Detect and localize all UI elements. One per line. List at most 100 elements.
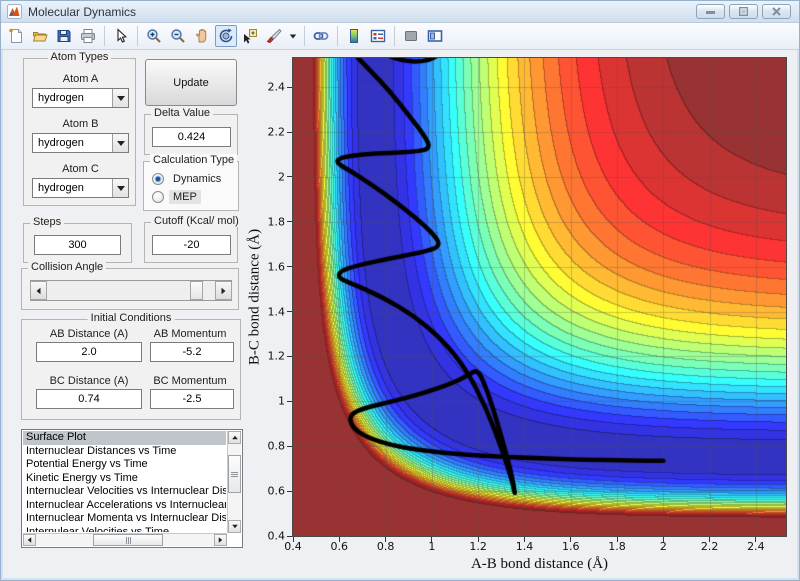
print-figure-button[interactable] — [77, 25, 99, 47]
toolbar-separator — [104, 26, 105, 46]
scroll-right-button[interactable] — [214, 534, 227, 546]
maximize-button[interactable] — [729, 4, 758, 19]
link-chain-icon — [313, 28, 329, 44]
x-tick-label: 0.8 — [377, 540, 395, 553]
vertical-scrollbar[interactable] — [227, 431, 241, 533]
pointer-arrow-icon — [113, 28, 129, 44]
combo-arrow-button[interactable] — [112, 89, 128, 107]
combo-arrow-button[interactable] — [112, 179, 128, 197]
y-axis-label: B-C bond distance (Å) — [247, 229, 264, 365]
update-button[interactable]: Update — [145, 59, 237, 106]
contour-canvas[interactable] — [293, 58, 786, 536]
rotate-3d-button[interactable] — [215, 25, 237, 47]
ic-label: BC Momentum — [144, 375, 236, 387]
y-tick-mark — [287, 356, 292, 357]
zoom-out-button[interactable] — [167, 25, 189, 47]
title-bar[interactable]: Molecular Dynamics — [1, 1, 799, 23]
list-item[interactable]: Internuclear Accelerations vs Internucle… — [23, 499, 226, 513]
slider-right-arrow[interactable] — [215, 281, 232, 300]
steps-field[interactable]: 300 — [34, 235, 121, 255]
scroll-up-button[interactable] — [228, 431, 241, 444]
show-plot-tools-dock-icon — [427, 28, 443, 44]
horizontal-scroll-thumb[interactable] — [93, 534, 163, 546]
brush-dropdown-button[interactable] — [287, 25, 299, 47]
minimize-button[interactable] — [696, 4, 725, 19]
list-item[interactable]: Internuclear Momenta vs Internuclear Dis… — [23, 512, 226, 526]
slider-left-arrow[interactable] — [30, 281, 47, 300]
combo-value: hydrogen — [38, 137, 84, 149]
data-cursor-button[interactable] — [239, 25, 261, 47]
horizontal-scrollbar[interactable] — [23, 533, 227, 546]
delta-value-field[interactable]: 0.424 — [152, 127, 231, 147]
initial-conditions-title: Initial Conditions — [88, 312, 175, 324]
ic-field-ab-momentum[interactable]: -5.2 — [150, 342, 234, 362]
radio-label: Dynamics — [169, 172, 225, 186]
atom-combo-atom-a[interactable]: hydrogen — [32, 88, 129, 108]
open-file-button[interactable] — [29, 25, 51, 47]
y-tick-label: 1 — [278, 395, 285, 408]
combo-value: hydrogen — [38, 92, 84, 104]
ic-field-bc-momentum[interactable]: -2.5 — [150, 389, 234, 409]
new-figure-button[interactable] — [5, 25, 27, 47]
insert-colorbar-button[interactable] — [343, 25, 365, 47]
y-tick-label: 0.4 — [268, 530, 286, 543]
vertical-scroll-thumb[interactable] — [228, 455, 241, 493]
link-plot-button[interactable] — [310, 25, 332, 47]
calculation-type-panel: Calculation Type DynamicsMEP — [143, 161, 239, 211]
hide-plot-tools-button[interactable] — [400, 25, 422, 47]
ic-field-ab-distance-a-[interactable]: 2.0 — [36, 342, 142, 362]
atom-types-title: Atom Types — [48, 51, 112, 63]
scroll-down-button[interactable] — [228, 520, 241, 533]
list-item[interactable]: Internuclear Distances vs Time — [23, 445, 226, 459]
save-figure-button[interactable] — [53, 25, 75, 47]
show-plot-tools-dock-button[interactable] — [424, 25, 446, 47]
dropdown-caret-icon — [290, 34, 296, 38]
collision-angle-slider[interactable] — [30, 280, 232, 301]
matlab-logo-icon — [7, 4, 22, 19]
y-tick-mark — [287, 221, 292, 222]
chevron-down-icon — [117, 141, 125, 146]
scroll-left-button[interactable] — [23, 534, 36, 546]
y-tick-label: 2.2 — [268, 126, 286, 139]
atom-combo-atom-b[interactable]: hydrogen — [32, 133, 129, 153]
y-tick-mark — [287, 491, 292, 492]
toolbar-separator — [394, 26, 395, 46]
list-item[interactable]: Kinetic Energy vs Time — [23, 472, 226, 486]
legend-icon — [370, 28, 386, 44]
combo-arrow-button[interactable] — [112, 134, 128, 152]
cutoff-panel: Cutoff (Kcal/ mol) -20 — [144, 222, 238, 263]
y-tick-mark — [287, 266, 292, 267]
y-tick-mark — [287, 536, 292, 537]
slider-thumb[interactable] — [190, 281, 203, 300]
y-tick-mark — [287, 401, 292, 402]
app-window: Molecular Dynamics — [0, 0, 800, 581]
x-axis-label: A-B bond distance (Å) — [293, 556, 786, 573]
ic-field-bc-distance-a-[interactable]: 0.74 — [36, 389, 142, 409]
minimize-icon — [706, 9, 715, 14]
radio-icon — [152, 173, 164, 185]
list-item[interactable]: Surface Plot — [23, 431, 226, 445]
radio-mep[interactable]: MEP — [152, 190, 201, 204]
list-item[interactable]: Potential Energy vs Time — [23, 458, 226, 472]
list-item[interactable]: Internuclear Velocities vs Internuclear … — [23, 485, 226, 499]
x-tick-label: 0.6 — [331, 540, 349, 553]
atom-combo-atom-c[interactable]: hydrogen — [32, 178, 129, 198]
radio-dynamics[interactable]: Dynamics — [152, 172, 225, 186]
close-button[interactable] — [762, 4, 791, 19]
brush-button[interactable] — [263, 25, 285, 47]
y-tick-label: 2.4 — [268, 81, 286, 94]
insert-legend-button[interactable] — [367, 25, 389, 47]
edit-plot-button[interactable] — [110, 25, 132, 47]
initial-conditions-panel: Initial Conditions AB Distance (A)2.0AB … — [21, 319, 241, 420]
list-item[interactable]: Internulear Velocities vs Time — [23, 526, 226, 533]
cutoff-field[interactable]: -20 — [152, 235, 231, 255]
ic-label: BC Distance (A) — [34, 375, 144, 387]
y-tick-label: 1.4 — [268, 305, 286, 318]
y-tick-label: 1.6 — [268, 260, 286, 273]
y-tick-label: 1.2 — [268, 350, 286, 363]
zoom-in-button[interactable] — [143, 25, 165, 47]
y-tick-mark — [287, 311, 292, 312]
calculation-type-title: Calculation Type — [150, 154, 237, 166]
pan-button[interactable] — [191, 25, 213, 47]
plot-type-listbox[interactable]: Surface PlotInternuclear Distances vs Ti… — [21, 429, 243, 548]
